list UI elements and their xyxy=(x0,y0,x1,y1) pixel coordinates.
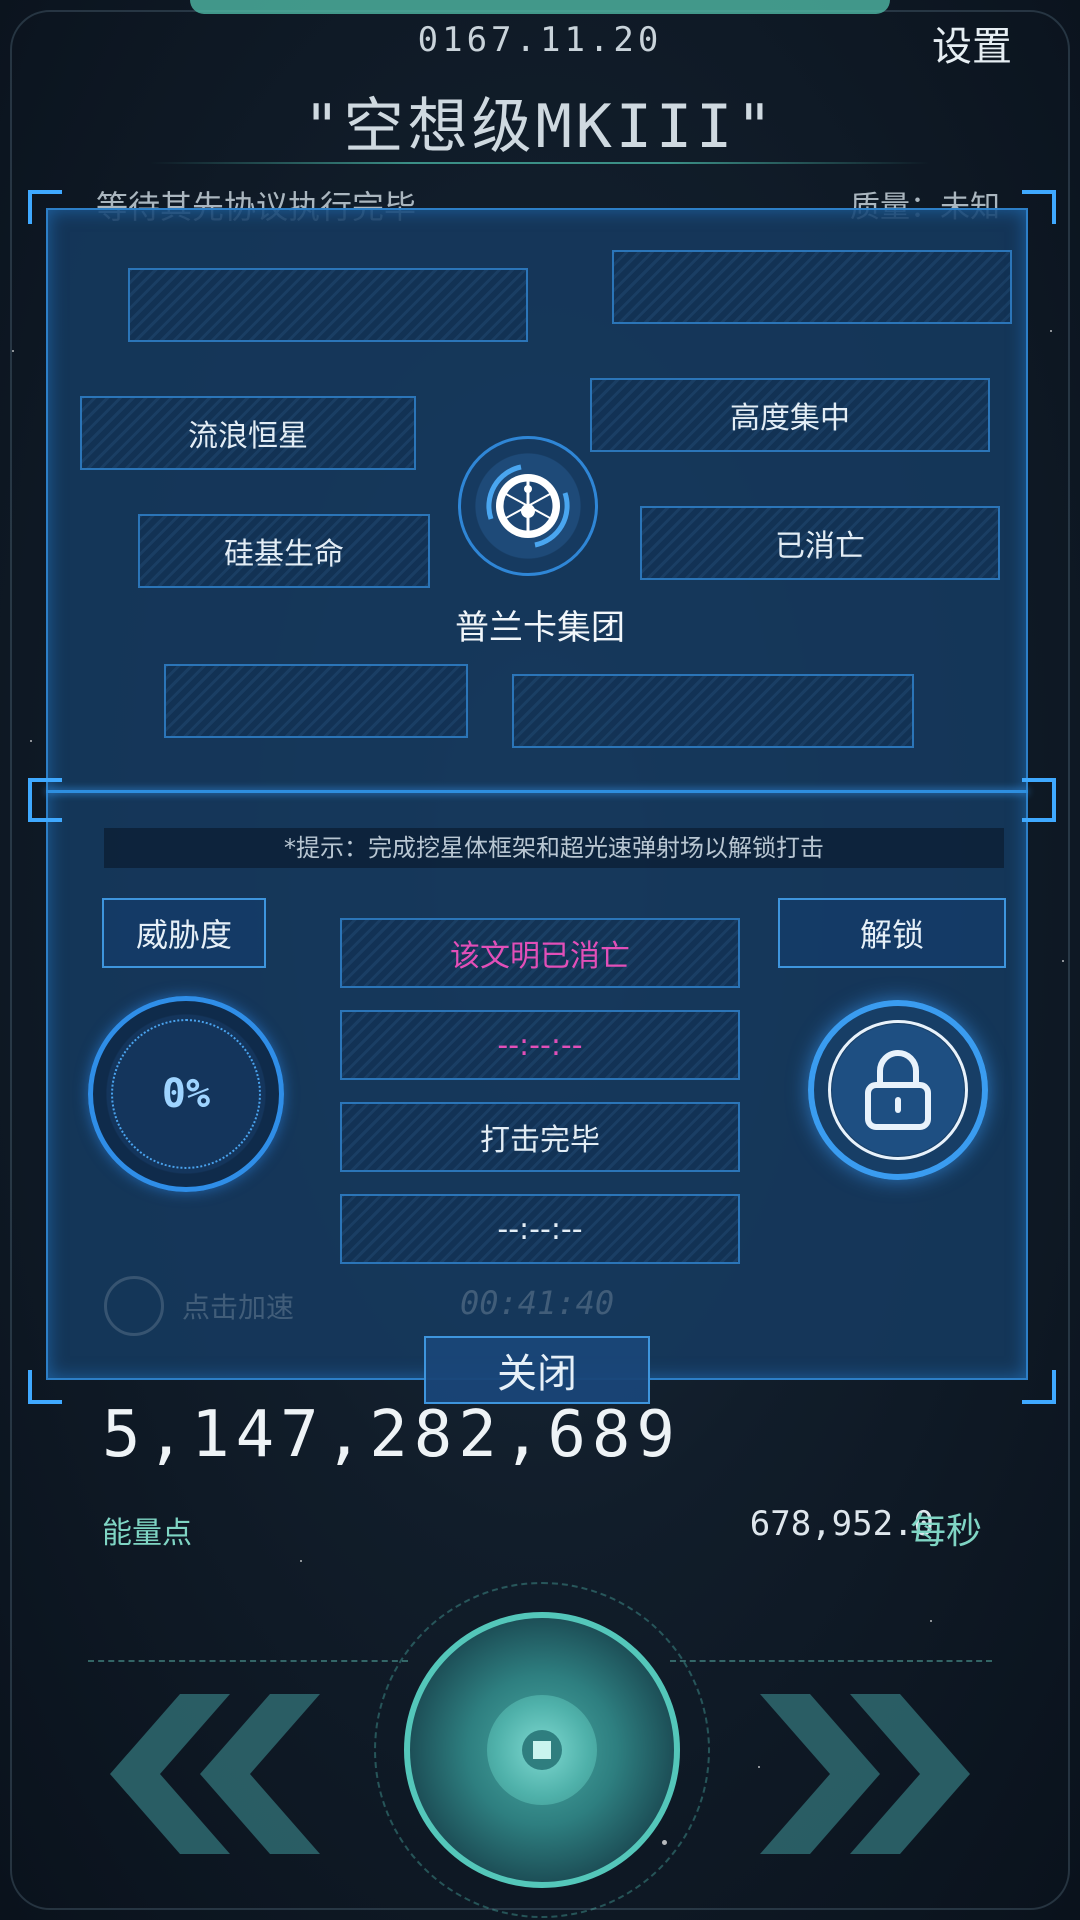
emblem-icon xyxy=(486,464,570,548)
settings-button[interactable]: 设置 xyxy=(932,14,1012,72)
ship-name-title: "空想级MKIII" xyxy=(303,92,777,162)
status-row-strike-timer: --:--:-- xyxy=(340,1194,740,1264)
attribute-slot-empty xyxy=(612,250,1012,324)
energy-points-label: 能量点 xyxy=(102,1516,192,1551)
energy-rate-unit: 每秒 xyxy=(909,1511,982,1552)
game-date: 0167.11.20 xyxy=(417,20,663,60)
next-arrow-icon[interactable] xyxy=(760,1694,980,1854)
title-underline xyxy=(150,162,930,164)
lock-icon xyxy=(865,1050,931,1130)
threat-label: 威胁度 xyxy=(102,898,266,968)
status-row-strike: 打击完毕 xyxy=(340,1102,740,1172)
attribute-slot-life-form: 硅基生命 xyxy=(138,514,430,588)
status-row-countdown: --:--:-- xyxy=(340,1010,740,1080)
decor-line xyxy=(670,1660,992,1662)
main-action-button[interactable] xyxy=(404,1612,680,1888)
timer-behind: 00:41:40 xyxy=(460,1284,615,1322)
corner-bracket xyxy=(28,190,62,224)
unlock-button[interactable]: 解锁 xyxy=(778,898,1006,968)
unlock-hint: *提示：完成挖星体框架和超光速弹射场以解锁打击 xyxy=(104,828,1004,868)
threat-value: 0% xyxy=(111,1019,261,1169)
lock-button[interactable] xyxy=(808,1000,988,1180)
attribute-slot-distribution: 高度集中 xyxy=(590,378,990,452)
energy-rate-value: 678,952.0 xyxy=(749,1504,934,1544)
energy-points-value: 5,147,282,689 xyxy=(102,1398,681,1472)
main-action-icon xyxy=(487,1695,597,1805)
civilization-name: 普兰卡集团 xyxy=(455,608,625,648)
corner-bracket xyxy=(28,1370,62,1404)
corner-bracket xyxy=(1022,778,1056,822)
threat-gauge: 0% xyxy=(88,996,284,1192)
prev-arrow-icon[interactable] xyxy=(100,1694,320,1854)
attribute-slot-empty xyxy=(512,674,914,748)
speed-up-button-behind xyxy=(104,1276,164,1336)
speed-up-label-behind: 点击加速 xyxy=(182,1291,295,1324)
decor-line xyxy=(88,1660,408,1662)
close-button[interactable]: 关闭 xyxy=(424,1336,650,1404)
attribute-slot-state: 已消亡 xyxy=(640,506,1000,580)
top-accent-bar xyxy=(190,0,890,14)
attribute-slot-empty xyxy=(128,268,528,342)
attribute-slot-empty xyxy=(164,664,468,738)
civilization-emblem xyxy=(458,436,598,576)
lock-inner-ring xyxy=(828,1020,968,1160)
corner-bracket xyxy=(1022,190,1056,224)
corner-bracket xyxy=(28,778,62,822)
panel-divider xyxy=(46,790,1028,793)
corner-bracket xyxy=(1022,1370,1056,1404)
attribute-slot-star-type: 流浪恒星 xyxy=(80,396,416,470)
status-row-civilization: 该文明已消亡 xyxy=(340,918,740,988)
